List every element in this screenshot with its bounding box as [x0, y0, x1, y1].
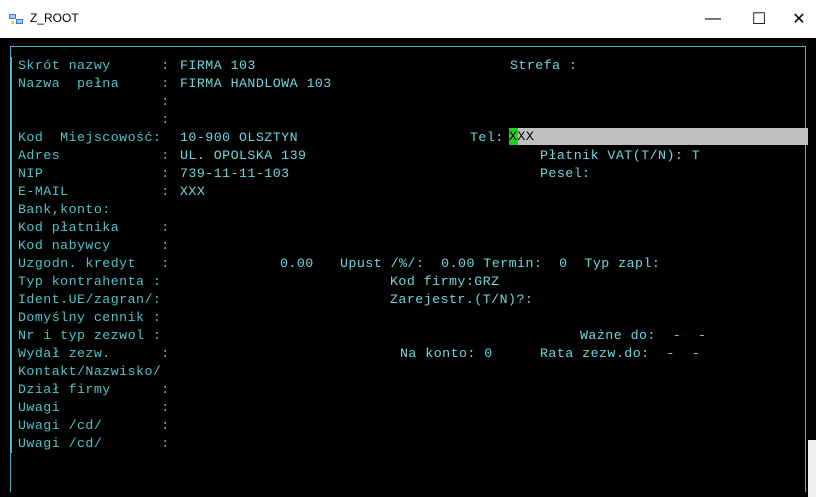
frame-left-border [11, 147, 12, 165]
field-value[interactable]: XXX [180, 183, 205, 201]
field-label: Kontakt/Nazwisko/ [18, 364, 162, 379]
frame-left-border [11, 165, 12, 183]
minimize-button[interactable]: — [690, 4, 736, 34]
field-value[interactable]: UL. OPOLSKA 139 [180, 147, 306, 165]
form-row: Nr i typ zezwol : Ważne do: - - [11, 327, 798, 345]
field-value[interactable]: Upust /%/: 0.00 Termin: 0 Typ zapl: [340, 255, 660, 273]
field-label: Uwagi /cd/ : [18, 436, 170, 451]
form-row: Nazwa pełna : FIRMA HANDLOWA 103 [11, 75, 798, 93]
frame-left-border [11, 129, 12, 147]
form-row: Uwagi /cd/ : [11, 435, 798, 453]
field-label: Uzgodn. kredyt : [18, 256, 170, 271]
frame-left-border [11, 417, 12, 435]
frame-left-border [11, 219, 12, 237]
frame-left-border [11, 111, 12, 129]
field-value[interactable]: Kod firmy:GRZ [390, 273, 500, 291]
form-row: Domyślny cennik : [11, 309, 798, 327]
field-label: NIP : [18, 166, 170, 181]
phone-input[interactable] [509, 128, 810, 145]
field-value[interactable]: Ważne do: - - [580, 327, 706, 345]
frame-left-border [11, 57, 12, 75]
field-value[interactable]: 0.00 [280, 255, 314, 273]
app-icon [9, 14, 23, 24]
field-label: : [18, 112, 170, 127]
frame-left-border [11, 201, 12, 219]
form-row: Typ kontrahenta : Kod firmy:GRZ [11, 273, 798, 291]
field-label: Bank,konto: [18, 202, 111, 217]
field-value[interactable]: 10-900 OLSZTYN [180, 129, 298, 147]
form-row: : [11, 111, 798, 129]
form-row: Uwagi : [11, 399, 798, 417]
frame-left-border [11, 237, 12, 255]
field-value[interactable]: Pesel: [540, 165, 591, 183]
field-label: Skrót nazwy : [18, 58, 170, 73]
frame-left-border [11, 435, 12, 453]
field-label: Uwagi : [18, 400, 170, 415]
form-row: Kod płatnika : [11, 219, 798, 237]
form-row: Adres : UL. OPOLSKA 139 Płatnik VAT(T/N): … [11, 147, 798, 165]
field-label: : [18, 94, 170, 109]
field-label: Domyślny cennik : [18, 310, 162, 325]
frame-left-border [11, 309, 12, 327]
form-row: Kontakt/Nazwisko/ [11, 363, 798, 381]
frame-left-border [11, 273, 12, 291]
field-value[interactable]: 739-11-11-103 [180, 165, 290, 183]
field-value[interactable]: Strefa : [510, 57, 577, 75]
frame-left-border [11, 93, 12, 111]
field-label: Adres : [18, 148, 170, 163]
maximize-icon: ☐ [751, 11, 767, 28]
field-label: E-MAIL : [18, 184, 170, 199]
field-value[interactable]: Na konto: 0 [400, 345, 493, 363]
frame-left-border [11, 399, 12, 417]
frame-left-border [11, 381, 12, 399]
field-label: Typ kontrahenta : [18, 274, 162, 289]
phone-value: XXX [509, 129, 535, 144]
frame-left-border [11, 363, 12, 381]
form-row: : [11, 93, 798, 111]
form-row: Ident.UE/zagran/: Zarejestr.(T/N)?: [11, 291, 798, 309]
field-label: Wydał zezw. : [18, 346, 170, 361]
close-button[interactable]: ✕ [782, 4, 816, 34]
scrollbar-thumb[interactable] [808, 440, 816, 497]
field-value[interactable]: Rata zezw.do: - - [540, 345, 700, 363]
minimize-icon: — [705, 10, 721, 27]
frame-left-border [11, 75, 12, 93]
field-value[interactable]: FIRMA HANDLOWA 103 [180, 75, 332, 93]
field-label: Dział firmy : [18, 382, 170, 397]
form-row: Bank,konto: [11, 201, 798, 219]
field-label: Ident.UE/zagran/: [18, 292, 162, 307]
frame-left-border [11, 255, 12, 273]
field-label: Uwagi /cd/ : [18, 418, 170, 433]
scrollbar-track[interactable] [808, 38, 816, 497]
field-label: Kod płatnika : [18, 220, 170, 235]
form-row: Uwagi /cd/ : [11, 417, 798, 435]
field-value[interactable]: FIRMA 103 [180, 57, 256, 75]
form-row: Wydał zezw. : Na konto: 0 Rata zezw.do: - … [11, 345, 798, 363]
field-label: Nazwa pełna : [18, 76, 170, 91]
form-row: E-MAIL : XXX [11, 183, 798, 201]
close-icon: ✕ [792, 11, 806, 28]
field-value[interactable]: Płatnik VAT(T/N): T [540, 147, 700, 165]
window-title: Z_ROOT [30, 11, 79, 25]
form-row: Kod nabywcy : [11, 237, 798, 255]
form-row: NIP : 739-11-11-103 Pesel: [11, 165, 798, 183]
field-label: Kod Miejscowość: [18, 130, 162, 145]
form-row: Dział firmy : [11, 381, 798, 399]
frame-left-border [11, 345, 12, 363]
field-value[interactable]: Tel: [470, 129, 504, 147]
frame-left-border [11, 291, 12, 309]
form-row: Skrót nazwy : FIRMA 103 Strefa : [11, 57, 798, 75]
field-label: Nr i typ zezwol : [18, 328, 162, 343]
field-value[interactable]: Zarejestr.(T/N)?: [390, 291, 533, 309]
field-label: Kod nabywcy : [18, 238, 170, 253]
form-row: Uzgodn. kredyt : 0.00 Upust /%/: 0.00 Term… [11, 255, 798, 273]
title-bar: Z_ROOT — ☐ ✕ [0, 0, 816, 38]
frame-left-border [11, 327, 12, 345]
maximize-button[interactable]: ☐ [736, 4, 782, 34]
frame-left-border [11, 183, 12, 201]
